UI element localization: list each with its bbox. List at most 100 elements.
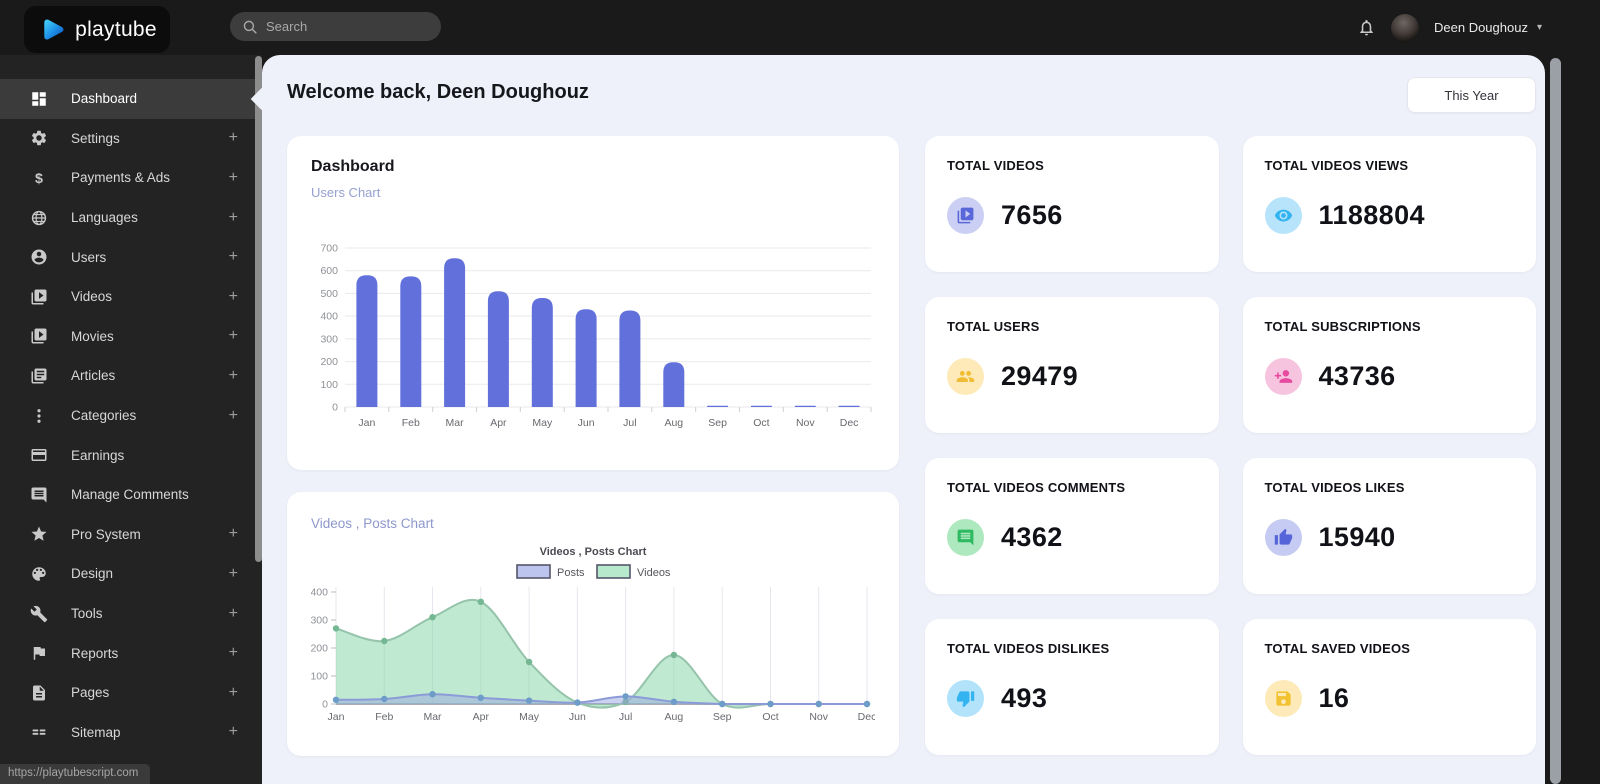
expand-plus-icon[interactable]: +: [229, 129, 238, 147]
svg-text:400: 400: [320, 311, 338, 323]
svg-text:Jul: Jul: [623, 417, 636, 429]
sidebar-item-videos[interactable]: Videos +: [0, 277, 262, 317]
sidebar-item-label: Pages: [71, 685, 110, 701]
svg-text:Dec: Dec: [858, 711, 875, 723]
comment-icon: [29, 485, 48, 504]
svg-text:200: 200: [320, 356, 338, 368]
credit-card-icon: [29, 446, 48, 465]
svg-text:100: 100: [311, 671, 328, 683]
sidebar-item-languages[interactable]: Languages +: [0, 198, 262, 238]
user-name[interactable]: Deen Doughouz: [1434, 20, 1528, 35]
expand-plus-icon[interactable]: +: [229, 565, 238, 583]
brand-text: playtube: [75, 17, 157, 41]
sidebar-item-label: Payments & Ads: [71, 170, 171, 186]
stat-label: TOTAL VIDEOS LIKES: [1264, 480, 1405, 495]
search-icon: [242, 19, 258, 35]
period-filter-button[interactable]: This Year: [1407, 77, 1536, 113]
svg-text:Aug: Aug: [664, 417, 683, 429]
stat-label: TOTAL SUBSCRIPTIONS: [1264, 319, 1421, 334]
expand-plus-icon[interactable]: +: [229, 644, 238, 662]
eye-icon: [1264, 197, 1302, 234]
user-icon: [29, 248, 48, 267]
expand-plus-icon[interactable]: +: [229, 248, 238, 266]
video-library-icon: [29, 327, 48, 346]
sidebar-item-design[interactable]: Design +: [0, 554, 262, 594]
svg-text:Feb: Feb: [375, 711, 393, 723]
content-panel: Welcome back, Deen Doughouz This Year Da…: [262, 55, 1545, 784]
sidebar-item-dashboard[interactable]: Dashboard: [0, 79, 262, 119]
expand-plus-icon[interactable]: +: [229, 367, 238, 385]
expand-plus-icon[interactable]: +: [229, 684, 238, 702]
page-title: Welcome back, Deen Doughouz: [287, 81, 589, 103]
svg-text:700: 700: [320, 243, 338, 255]
sidebar-item-movies[interactable]: Movies +: [0, 317, 262, 357]
sidebar-item-label: Design: [71, 566, 114, 582]
stat-label: TOTAL VIDEOS COMMENTS: [947, 480, 1126, 495]
article-icon: [29, 366, 48, 385]
sidebar-item-label: Tools: [71, 606, 103, 622]
expand-plus-icon[interactable]: +: [229, 327, 238, 345]
svg-text:May: May: [532, 417, 553, 429]
stat-label: TOTAL SAVED VIDEOS: [1264, 641, 1411, 656]
sidebar-item-categories[interactable]: Categories +: [0, 396, 262, 436]
sidebar: Dashboard Settings + $ Payments & Ads + Langua…: [0, 55, 262, 784]
expand-plus-icon[interactable]: +: [229, 605, 238, 623]
svg-text:Mar: Mar: [446, 417, 465, 429]
dollar-icon: $: [29, 168, 48, 187]
gear-icon: [29, 129, 48, 148]
notifications-bell-icon[interactable]: [1357, 18, 1376, 37]
expand-plus-icon[interactable]: +: [229, 209, 238, 227]
expand-plus-icon[interactable]: +: [229, 407, 238, 425]
sidebar-item-tools[interactable]: Tools +: [0, 594, 262, 634]
sidebar-item-pages[interactable]: Pages +: [0, 673, 262, 713]
sidebar-item-earnings[interactable]: Earnings: [0, 435, 262, 475]
svg-text:Apr: Apr: [490, 417, 507, 429]
sidebar-item-sitemap[interactable]: Sitemap +: [0, 713, 262, 753]
sidebar-item-payments-ads[interactable]: $ Payments & Ads +: [0, 158, 262, 198]
svg-text:Jan: Jan: [328, 711, 345, 723]
comment-icon: [947, 519, 984, 556]
stat-card-total-videos: TOTAL VIDEOS 7656: [925, 136, 1219, 272]
users-chart-card: Dashboard Users Chart 700 600 500 400 300 200…: [287, 136, 899, 470]
svg-text:$: $: [35, 171, 43, 187]
sidebar-item-articles[interactable]: Articles +: [0, 356, 262, 396]
dashboard-icon: [29, 89, 48, 108]
expand-plus-icon[interactable]: +: [229, 169, 238, 187]
playtube-logo[interactable]: playtube: [24, 6, 170, 53]
videos-posts-chart-title: Videos , Posts Chart: [311, 516, 434, 531]
svg-text:Sep: Sep: [713, 711, 732, 723]
svg-text:200: 200: [311, 643, 328, 655]
user-avatar[interactable]: [1391, 13, 1419, 42]
svg-text:300: 300: [320, 333, 338, 345]
sidebar-item-label: Articles: [71, 368, 116, 384]
sidebar-scrollbar[interactable]: [255, 56, 262, 562]
sidebar-item-users[interactable]: Users +: [0, 237, 262, 277]
page-icon: [29, 683, 48, 702]
stat-value: 7656: [1001, 200, 1063, 230]
expand-plus-icon[interactable]: +: [229, 723, 238, 741]
svg-text:Nov: Nov: [796, 417, 815, 429]
svg-text:Videos , Posts Chart: Videos , Posts Chart: [540, 546, 647, 558]
stat-label: TOTAL VIDEOS: [947, 158, 1045, 173]
status-url-tooltip: https://playtubescript.com: [0, 764, 151, 784]
thumb-down-icon: [947, 680, 984, 717]
sidebar-item-reports[interactable]: Reports +: [0, 633, 262, 673]
stat-value: 15940: [1318, 522, 1396, 552]
stat-label: TOTAL VIDEOS DISLIKES: [947, 641, 1110, 656]
sidebar-item-manage-comments[interactable]: Manage Comments: [0, 475, 262, 515]
search-input[interactable]: [266, 19, 416, 34]
stat-card-total-videos-views: TOTAL VIDEOS VIEWS 1188804: [1242, 136, 1536, 272]
users-bar-chart: 700 600 500 400 300 200 100 0 Jan Feb Mar Apr May Jun…: [320, 243, 872, 429]
expand-plus-icon[interactable]: +: [229, 525, 238, 543]
expand-plus-icon[interactable]: +: [229, 288, 238, 306]
sidebar-item-pro-system[interactable]: Pro System +: [0, 515, 262, 555]
stat-label: TOTAL USERS: [947, 319, 1040, 334]
chevron-down-icon[interactable]: ▾: [1537, 22, 1542, 33]
search-bar[interactable]: [230, 12, 441, 41]
page-scrollbar[interactable]: [1550, 58, 1561, 784]
sidebar-item-settings[interactable]: Settings +: [0, 119, 262, 159]
stat-value: 43736: [1318, 361, 1396, 391]
svg-text:Jul: Jul: [619, 711, 632, 723]
svg-text:600: 600: [320, 265, 338, 277]
main-content-area: Welcome back, Deen Doughouz This Year Da…: [250, 55, 1600, 784]
